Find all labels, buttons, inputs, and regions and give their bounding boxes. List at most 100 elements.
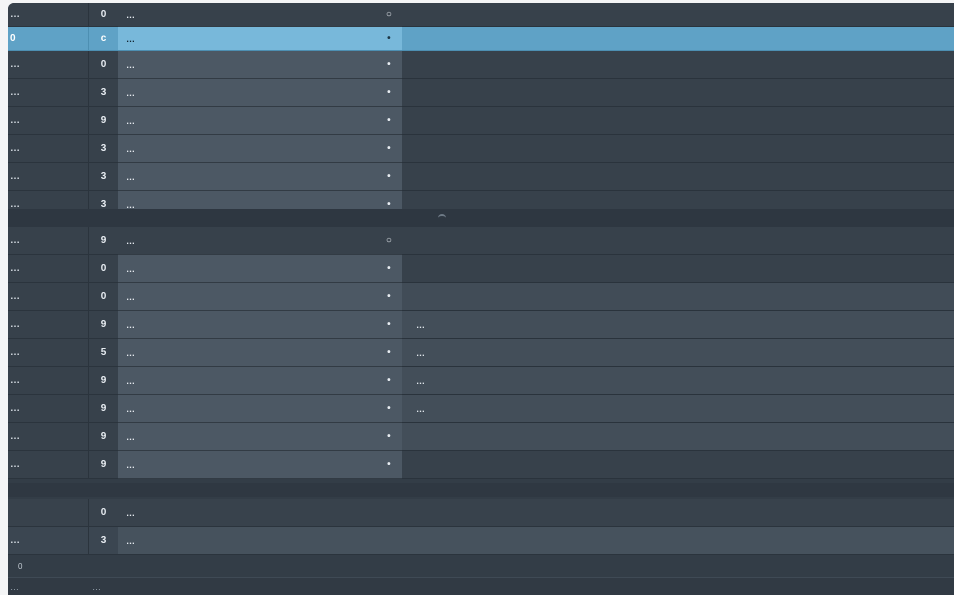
row-number: 0 (88, 255, 118, 283)
row-extra (402, 283, 954, 311)
row-label: … (126, 459, 136, 470)
row-label: … (126, 199, 136, 210)
footer-indicator: 0 (8, 557, 954, 575)
row-extra (402, 79, 954, 107)
row-left-label: … (8, 3, 88, 27)
row-label: … (126, 143, 136, 154)
row-left-label: … (8, 395, 88, 423)
row-label: … (126, 375, 136, 386)
row-left-label: … (8, 527, 88, 555)
bullet-icon: • (387, 115, 391, 126)
row-label-cell[interactable]: … ○ (118, 227, 402, 255)
row-left-label: … (8, 283, 88, 311)
row-extra: … (402, 367, 954, 395)
list-row[interactable]: 0 … (8, 499, 954, 527)
row-left-label: … (8, 227, 88, 255)
bullet-icon: • (387, 347, 391, 358)
row-label-cell[interactable]: … • (118, 255, 402, 283)
list-row-selected[interactable]: 0 c … • (8, 27, 954, 51)
list-row[interactable]: … 3 … • (8, 135, 954, 163)
row-label-cell[interactable]: … • (118, 135, 402, 163)
row-label-cell[interactable]: … • (118, 51, 402, 79)
row-left-label: … (8, 423, 88, 451)
row-extra (402, 227, 954, 255)
row-left-label: 0 (8, 27, 88, 51)
row-label: … (126, 291, 136, 302)
row-label-cell[interactable]: … ○ (118, 3, 402, 27)
row-label: … (126, 535, 136, 546)
radio-icon[interactable]: ○ (384, 235, 394, 246)
row-label: … (126, 431, 136, 442)
row-number: 0 (88, 3, 118, 27)
row-number: 9 (88, 451, 118, 479)
status-left: … (10, 581, 19, 592)
row-label-cell[interactable]: … • (118, 107, 402, 135)
row-label-cell[interactable]: … (118, 527, 954, 555)
list-row[interactable]: … 0 … ○ (8, 3, 954, 27)
list-row[interactable]: … 9 … • (8, 423, 954, 451)
list-row[interactable]: … 3 … • (8, 163, 954, 191)
row-label: … (126, 403, 136, 414)
row-label-cell[interactable]: … • (118, 395, 402, 423)
bullet-icon: • (387, 33, 391, 44)
list-row[interactable]: … 3 … • (8, 79, 954, 107)
list-row[interactable]: … 0 … • (8, 283, 954, 311)
row-label-cell[interactable]: … • (118, 27, 402, 51)
row-extra (402, 255, 954, 283)
row-label: … (126, 171, 136, 182)
row-label-cell[interactable]: … • (118, 339, 402, 367)
row-number: 3 (88, 79, 118, 107)
bullet-icon: • (387, 459, 391, 470)
row-number: 9 (88, 395, 118, 423)
row-number: c (88, 27, 118, 51)
list-row[interactable]: … 9 … • (8, 451, 954, 479)
row-label: … (126, 507, 136, 518)
row-label-cell[interactable]: … • (118, 79, 402, 107)
list-row[interactable]: … 9 … • (8, 107, 954, 135)
list-row[interactable]: … 9 … • … (8, 311, 954, 339)
row-left-label: … (8, 107, 88, 135)
bullet-icon: • (387, 171, 391, 182)
row-label-cell[interactable]: … • (118, 163, 402, 191)
list-row[interactable]: … 9 … • … (8, 395, 954, 423)
row-extra (402, 163, 954, 191)
row-label-cell[interactable]: … • (118, 451, 402, 479)
row-extra (402, 135, 954, 163)
row-left-label (8, 499, 88, 527)
list-row[interactable]: … 0 … • (8, 255, 954, 283)
row-left-label: … (8, 311, 88, 339)
row-extra (402, 451, 954, 479)
bullet-icon: • (387, 403, 391, 414)
row-label-cell[interactable]: … • (118, 283, 402, 311)
row-label: … (126, 59, 136, 70)
row-extra: … (402, 395, 954, 423)
radio-icon[interactable]: ○ (384, 9, 394, 20)
bullet-icon: • (387, 375, 391, 386)
bullet-icon: • (387, 263, 391, 274)
list-row[interactable]: … 5 … • … (8, 339, 954, 367)
status-bar: … … (8, 577, 954, 595)
row-number: 3 (88, 163, 118, 191)
row-label: … (126, 235, 136, 246)
row-number: 9 (88, 423, 118, 451)
indicator-icon: 0 (18, 561, 23, 571)
row-number: 9 (88, 367, 118, 395)
row-label-cell[interactable]: … • (118, 423, 402, 451)
status-right: … (92, 581, 101, 592)
list-row[interactable]: … 9 … ○ (8, 227, 954, 255)
list-row[interactable]: … 3 … (8, 527, 954, 555)
row-extra (402, 423, 954, 451)
row-number: 9 (88, 311, 118, 339)
row-label-cell[interactable]: … (118, 499, 954, 527)
list-row[interactable]: … 9 … • … (8, 367, 954, 395)
row-left-label: … (8, 451, 88, 479)
row-label: … (126, 33, 136, 44)
bullet-icon: • (387, 431, 391, 442)
row-number: 9 (88, 227, 118, 255)
row-label-cell[interactable]: … • (118, 367, 402, 395)
row-label: … (126, 263, 136, 274)
row-label-cell[interactable]: … • (118, 311, 402, 339)
drag-handle-icon[interactable] (438, 214, 446, 222)
list-row[interactable]: … 0 … • (8, 51, 954, 79)
row-number: 3 (88, 527, 118, 555)
